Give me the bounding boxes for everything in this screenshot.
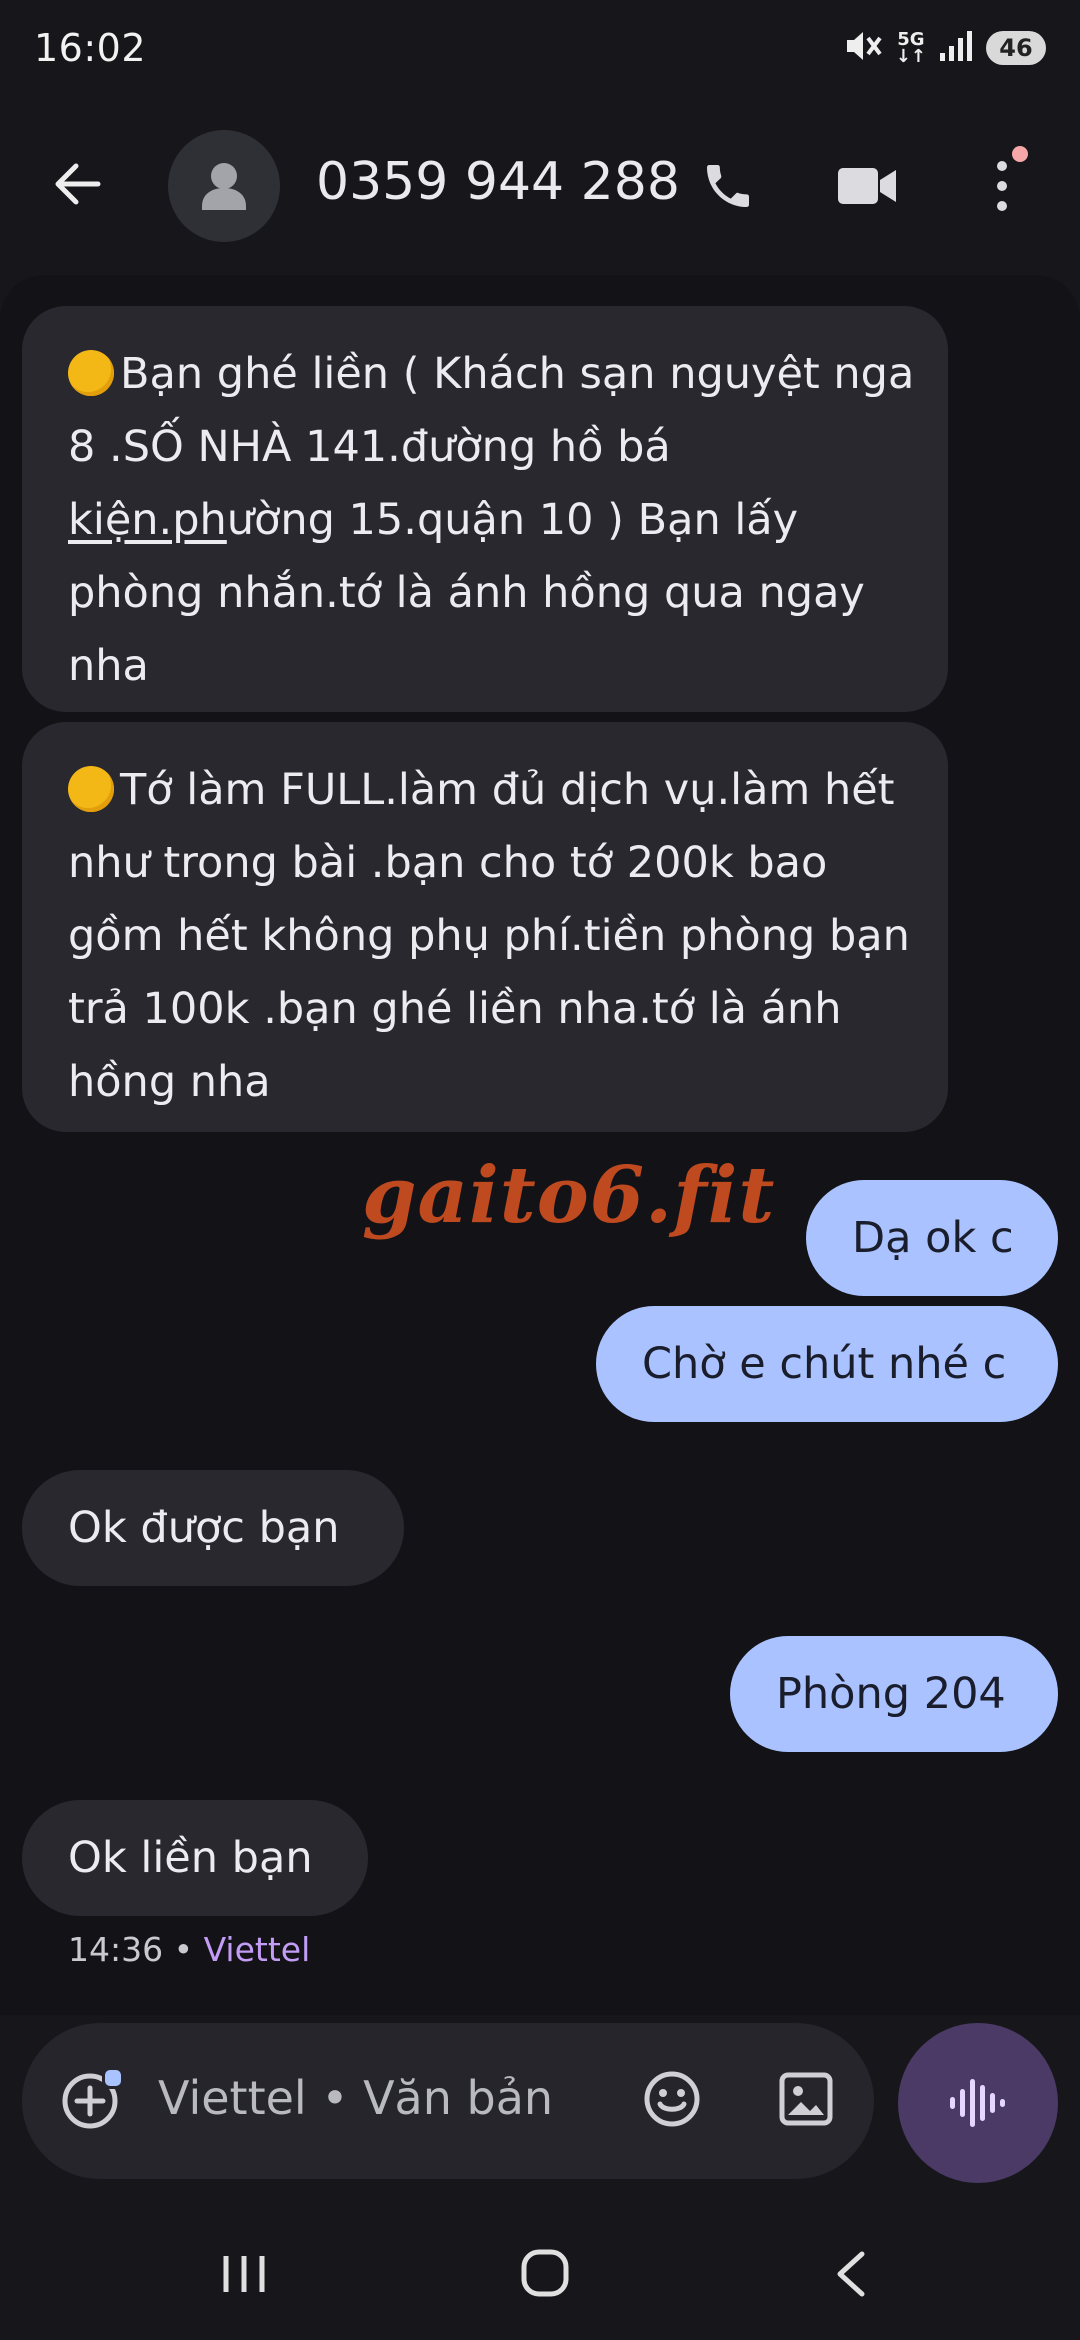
emoji-icon[interactable] xyxy=(642,2069,702,2133)
status-icons: 5G ↓↑ 46 xyxy=(844,28,1046,68)
message-text: Tớ làm FULL.làm đủ dịch vụ.làm hết xyxy=(120,765,895,815)
message-text: Phòng 204 xyxy=(776,1669,1006,1719)
message-incoming[interactable]: Tớ làm FULL.làm đủ dịch vụ.làm hết như t… xyxy=(22,722,948,1132)
message-outgoing[interactable]: Dạ ok c xyxy=(806,1180,1058,1296)
message-text: như trong bài .bạn cho tớ 200k bao xyxy=(68,838,828,888)
more-vert-icon[interactable] xyxy=(990,158,1014,218)
message-time: 14:36 xyxy=(68,1930,164,1969)
message-text: Ok được bạn xyxy=(68,1503,340,1553)
avatar-icon xyxy=(202,163,246,210)
message-text: Dạ ok c xyxy=(852,1213,1014,1263)
message-text: hồng nha xyxy=(68,1057,271,1107)
status-time: 16:02 xyxy=(34,26,147,70)
notification-dot xyxy=(1012,146,1028,162)
contact-name[interactable]: 0359 944 288 xyxy=(316,152,680,212)
message-incoming[interactable]: Bạn ghé liền ( Khách sạn nguyệt nga 8 .S… xyxy=(22,306,948,712)
watermark: gaito6.fit xyxy=(362,1150,776,1241)
message-carrier: Viettel xyxy=(203,1930,311,1969)
status-bar: 16:02 5G ↓↑ 46 xyxy=(0,0,1080,100)
message-text: 8 .SỐ NHÀ 141.đường hồ bá xyxy=(68,422,671,472)
message-text: trả 100k .bạn ghé liền nha.tớ là ánh xyxy=(68,984,842,1034)
message-outgoing[interactable]: Phòng 204 xyxy=(730,1636,1058,1752)
nav-back-icon[interactable] xyxy=(832,2250,868,2302)
compose-bar: Viettel • Văn bản xyxy=(22,2023,874,2179)
attachment-badge xyxy=(102,2067,124,2089)
message-outgoing[interactable]: Chờ e chút nhé c xyxy=(596,1306,1058,1422)
message-link[interactable]: kiện.ph xyxy=(68,495,227,545)
message-text: nha xyxy=(68,641,149,691)
message-text: gồm hết không phụ phí.tiền phòng bạn xyxy=(68,911,910,961)
yellow-circle-emoji-icon xyxy=(68,766,114,812)
home-icon[interactable] xyxy=(520,2248,570,2302)
message-input[interactable]: Viettel • Văn bản xyxy=(158,2071,553,2125)
mute-icon xyxy=(844,28,884,68)
conversation-header: 0359 944 288 xyxy=(0,120,1080,250)
signal-icon xyxy=(938,29,974,67)
message-meta: 14:36 • Viettel xyxy=(68,1930,310,1969)
video-icon[interactable] xyxy=(836,162,898,214)
meta-separator: • xyxy=(163,1930,204,1969)
avatar[interactable] xyxy=(168,130,280,242)
back-arrow-icon[interactable] xyxy=(52,158,104,214)
gallery-icon[interactable] xyxy=(778,2071,834,2131)
message-text: ường 15.quận 10 ) Bạn lấy xyxy=(226,495,799,545)
battery-icon: 46 xyxy=(986,31,1046,65)
voice-message-button[interactable] xyxy=(898,2023,1058,2183)
message-text: Ok liền bạn xyxy=(68,1833,313,1883)
message-text: phòng nhắn.tớ là ánh hồng qua ngay xyxy=(68,568,865,618)
waveform-icon xyxy=(950,2079,1005,2127)
system-nav-bar xyxy=(0,2220,1080,2340)
yellow-circle-emoji-icon xyxy=(68,350,114,396)
phone-icon[interactable] xyxy=(700,158,756,218)
5g-icon: 5G ↓↑ xyxy=(895,29,926,67)
network-type: 5G xyxy=(897,29,925,50)
message-text: Chờ e chút nhé c xyxy=(642,1339,1007,1389)
message-text: Bạn ghé liền ( Khách sạn nguyệt nga xyxy=(120,349,915,399)
message-incoming[interactable]: Ok liền bạn xyxy=(22,1800,368,1916)
message-incoming[interactable]: Ok được bạn xyxy=(22,1470,404,1586)
recent-apps-icon[interactable] xyxy=(220,2252,268,2300)
